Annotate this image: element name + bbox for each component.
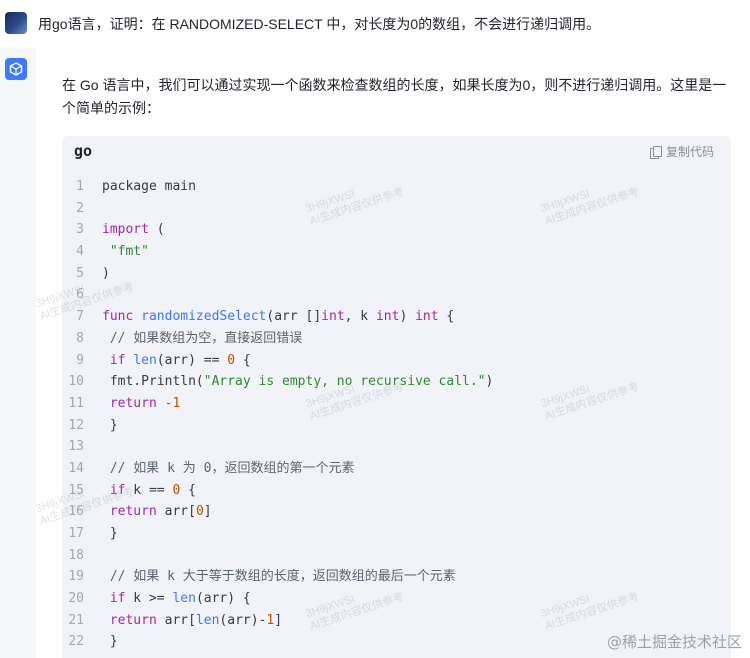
user-message-row: 用go语言，证明：在 RANDOMIZED-SELECT 中，对长度为0的数组，… xyxy=(0,0,750,48)
copy-code-button[interactable]: 复制代码 xyxy=(649,143,714,160)
line-number: 21 xyxy=(68,612,84,628)
line-code: if k >= len(arr) { xyxy=(109,591,251,607)
code-line: 19 // 如果 k 大于等于数组的长度，返回数组的最后一个元素 xyxy=(62,566,731,588)
assistant-message-area: 在 Go 语言中，我们可以通过实现一个函数来检查数组的长度，如果长度为0，则不进… xyxy=(0,48,750,658)
line-number: 14 xyxy=(68,460,84,476)
line-code: package main xyxy=(102,179,196,194)
line-number: 22 xyxy=(68,634,84,650)
code-lines: 1 package main 2 3 import (4 "fmt" 5) 6 7 func r… xyxy=(62,176,731,653)
line-number: 19 xyxy=(68,569,84,585)
line-number: 7 xyxy=(76,309,84,325)
line-number: 2 xyxy=(76,200,84,216)
copy-icon xyxy=(649,145,662,159)
line-code: fmt.Println("Array is empty, no recursiv… xyxy=(102,374,494,390)
code-line: 7 func randomizedSelect(arr []int, k int)… xyxy=(62,306,731,328)
line-code: import ( xyxy=(102,222,165,238)
line-number: 10 xyxy=(68,374,84,390)
line-code: // 如果数组为空，直接返回错误 xyxy=(109,330,303,346)
line-code: if len(arr) == 0 { xyxy=(109,352,251,368)
code-line: 11 return -1 xyxy=(62,393,731,415)
code-line: 13 xyxy=(62,436,731,458)
code-block: go 复制代码 1 package main 2 3 import (4 "fmt" 5)… xyxy=(62,136,731,658)
code-line: 8 // 如果数组为空，直接返回错误 xyxy=(62,328,731,350)
line-code: } xyxy=(102,526,118,541)
code-line: 9 if len(arr) == 0 { xyxy=(62,350,731,372)
code-language-label: go xyxy=(74,142,93,160)
line-code: } xyxy=(102,634,118,650)
line-number: 8 xyxy=(76,330,84,346)
line-number: 16 xyxy=(68,504,84,520)
code-line: 16 return arr[0] xyxy=(62,501,731,523)
line-number: 3 xyxy=(76,222,84,238)
assistant-message: 在 Go 语言中，我们可以通过实现一个函数来检查数组的长度，如果长度为0，则不进… xyxy=(34,48,750,658)
code-line: 12 } xyxy=(62,415,731,437)
user-avatar xyxy=(5,12,27,34)
line-code: // 如果 k 为 0，返回数组的第一个元素 xyxy=(109,460,355,476)
line-code: // 如果 k 大于等于数组的长度，返回数组的最后一个元素 xyxy=(109,569,456,585)
line-code: return arr[0] xyxy=(109,504,212,520)
line-number: 18 xyxy=(68,547,84,563)
line-number: 4 xyxy=(76,244,84,260)
code-line: 1 package main xyxy=(62,176,731,198)
line-number: 12 xyxy=(68,417,84,433)
code-line: 17 } xyxy=(62,523,731,545)
line-number: 9 xyxy=(76,352,84,368)
footer-watermark: @稀土掘金技术社区 xyxy=(606,633,742,651)
line-number: 20 xyxy=(68,591,84,607)
code-line: 20 if k >= len(arr) { xyxy=(62,588,731,610)
assistant-intro-text: 在 Go 语言中，我们可以通过实现一个函数来检查数组的长度，如果长度为0，则不进… xyxy=(62,77,727,116)
code-line: 4 "fmt" xyxy=(62,241,731,263)
line-code: "fmt" xyxy=(109,244,149,260)
line-code: func randomizedSelect(arr []int, k int) … xyxy=(102,309,455,325)
line-code: return -1 xyxy=(109,395,181,411)
line-number: 15 xyxy=(68,482,84,498)
line-code: return arr[len(arr)-1] xyxy=(109,612,283,628)
code-line: 2 xyxy=(62,198,731,220)
code-line: 10 fmt.Println("Array is empty, no recur… xyxy=(62,371,731,393)
copy-code-label: 复制代码 xyxy=(665,145,714,159)
code-line: 3 import ( xyxy=(62,219,731,241)
code-line: 14 // 如果 k 为 0，返回数组的第一个元素 xyxy=(62,458,731,480)
code-line: 15 if k == 0 { xyxy=(62,480,731,502)
line-number: 17 xyxy=(68,526,84,541)
line-number: 6 xyxy=(76,287,84,303)
assistant-avatar-icon xyxy=(5,58,27,80)
code-line: 6 xyxy=(62,284,731,306)
user-message-text: 用go语言，证明：在 RANDOMIZED-SELECT 中，对长度为0的数组，… xyxy=(38,16,601,32)
line-code: ) xyxy=(102,265,110,281)
code-line: 18 xyxy=(62,545,731,567)
line-number: 11 xyxy=(68,395,84,411)
code-line: 21 return arr[len(arr)-1] xyxy=(62,610,731,632)
line-number: 5 xyxy=(76,265,84,281)
code-line: 5) xyxy=(62,263,731,285)
code-block-header: go 复制代码 xyxy=(62,136,731,166)
line-code: } xyxy=(102,417,118,433)
line-number: 13 xyxy=(68,439,84,455)
line-number: 1 xyxy=(76,179,84,194)
line-code: if k == 0 { xyxy=(109,482,196,498)
